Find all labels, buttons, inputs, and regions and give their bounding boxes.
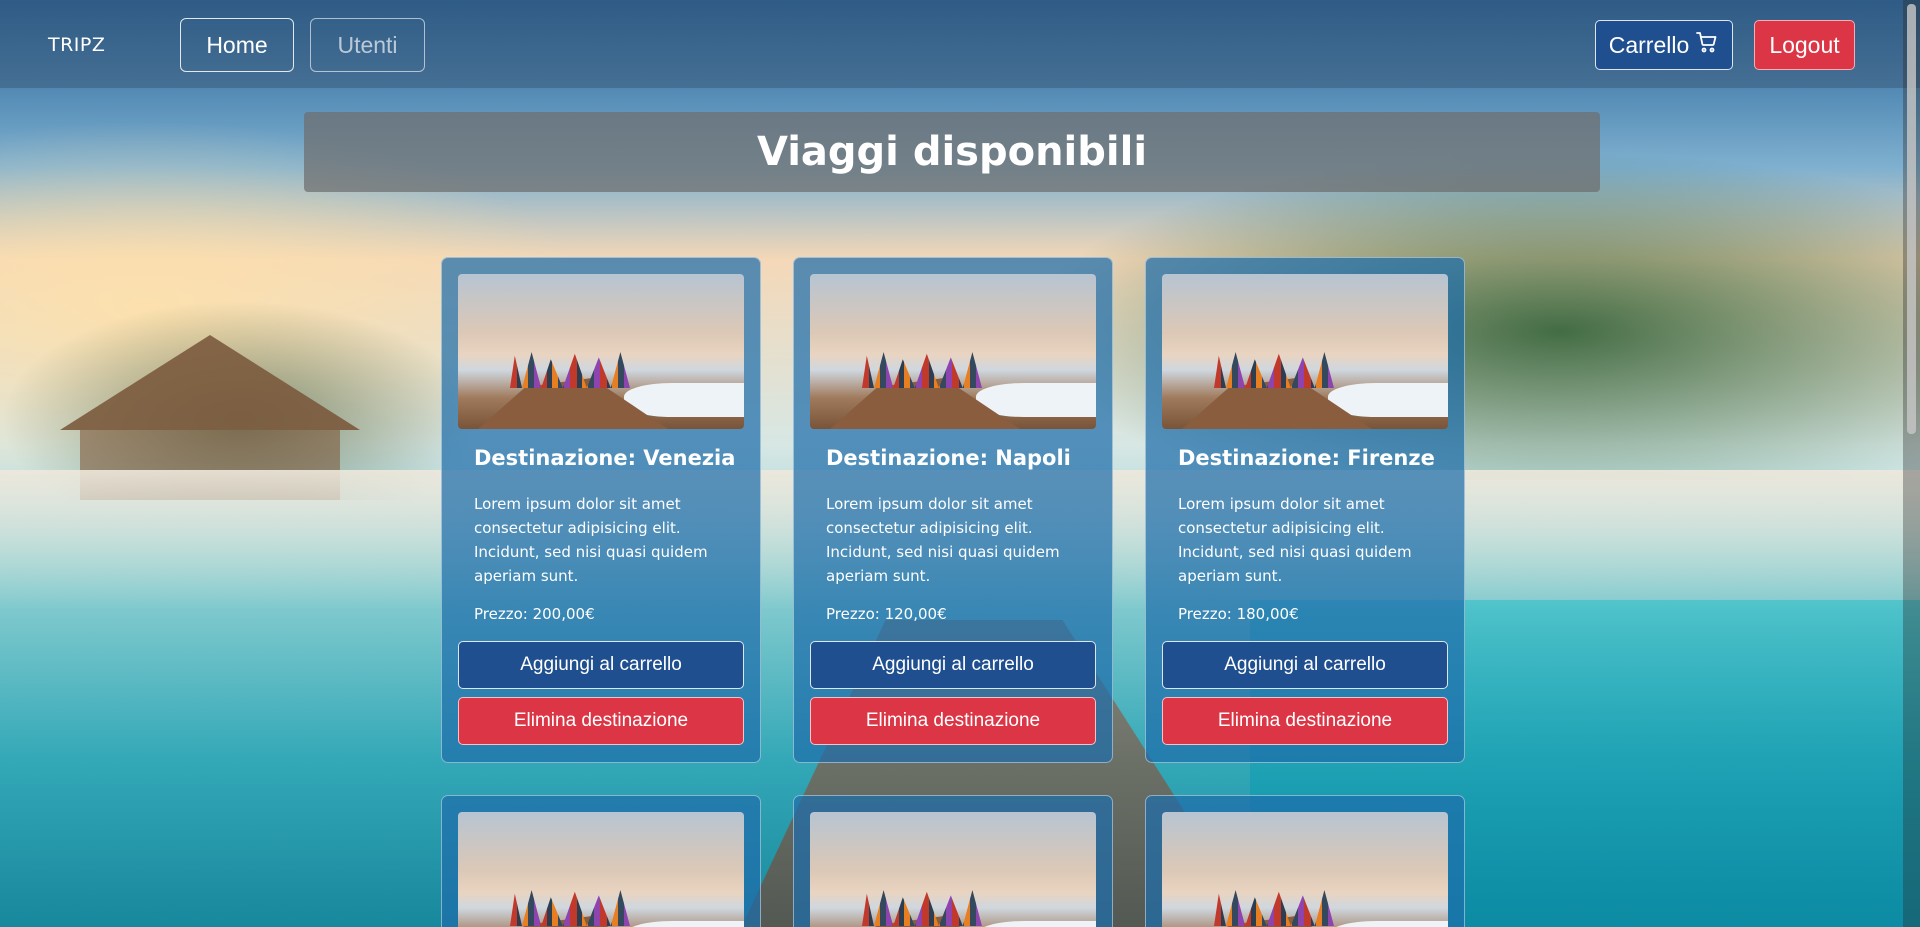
- delete-destination-button[interactable]: Elimina destinazione: [458, 697, 744, 745]
- destination-card: Destinazione: Napoli Lorem ipsum dolor s…: [793, 257, 1113, 763]
- page-scrollbar[interactable]: [1903, 0, 1920, 927]
- destination-card: Destinazione: Venezia Lorem ipsum dolor …: [441, 257, 761, 763]
- cart-button[interactable]: Carrello: [1595, 20, 1733, 70]
- card-image: [810, 274, 1096, 429]
- page-title: Viaggi disponibili: [756, 129, 1148, 175]
- card-title: Destinazione: Firenze: [1178, 446, 1435, 470]
- card-image: [458, 812, 744, 927]
- logout-button[interactable]: Logout: [1754, 20, 1855, 70]
- nav-home-button[interactable]: Home: [180, 18, 294, 72]
- card-image: [1162, 812, 1448, 927]
- destination-card: Destinazione: Firenze Lorem ipsum dolor …: [1145, 257, 1465, 763]
- brand-logo[interactable]: TRIPZ: [48, 34, 105, 56]
- card-title: Destinazione: Napoli: [826, 446, 1071, 470]
- card-description: Lorem ipsum dolor sit amet consectetur a…: [826, 495, 1060, 585]
- scrollbar-thumb[interactable]: [1907, 4, 1916, 434]
- card-image: [1162, 274, 1448, 429]
- card-price: Prezzo: 200,00€: [474, 605, 595, 623]
- card-title: Destinazione: Venezia: [474, 446, 736, 470]
- card-image: [458, 274, 744, 429]
- delete-destination-button[interactable]: Elimina destinazione: [810, 697, 1096, 745]
- card-image: [810, 812, 1096, 927]
- cart-button-label: Carrello: [1608, 31, 1690, 58]
- add-to-cart-button[interactable]: Aggiungi al carrello: [810, 641, 1096, 689]
- navbar: TRIPZ Home Utenti Carrello Logout: [0, 0, 1920, 88]
- card-description: Lorem ipsum dolor sit amet consectetur a…: [1178, 495, 1412, 585]
- destination-card: [1145, 795, 1465, 927]
- card-price: Prezzo: 180,00€: [1178, 605, 1299, 623]
- nav-utenti-button[interactable]: Utenti: [310, 18, 425, 72]
- card-description: Lorem ipsum dolor sit amet consectetur a…: [474, 495, 708, 585]
- destination-card: [793, 795, 1113, 927]
- add-to-cart-button[interactable]: Aggiungi al carrello: [1162, 641, 1448, 689]
- destination-card: [441, 795, 761, 927]
- page-title-banner: Viaggi disponibili: [304, 112, 1600, 192]
- card-price: Prezzo: 120,00€: [826, 605, 947, 623]
- add-to-cart-button[interactable]: Aggiungi al carrello: [458, 641, 744, 689]
- cart-icon: [1695, 30, 1719, 60]
- delete-destination-button[interactable]: Elimina destinazione: [1162, 697, 1448, 745]
